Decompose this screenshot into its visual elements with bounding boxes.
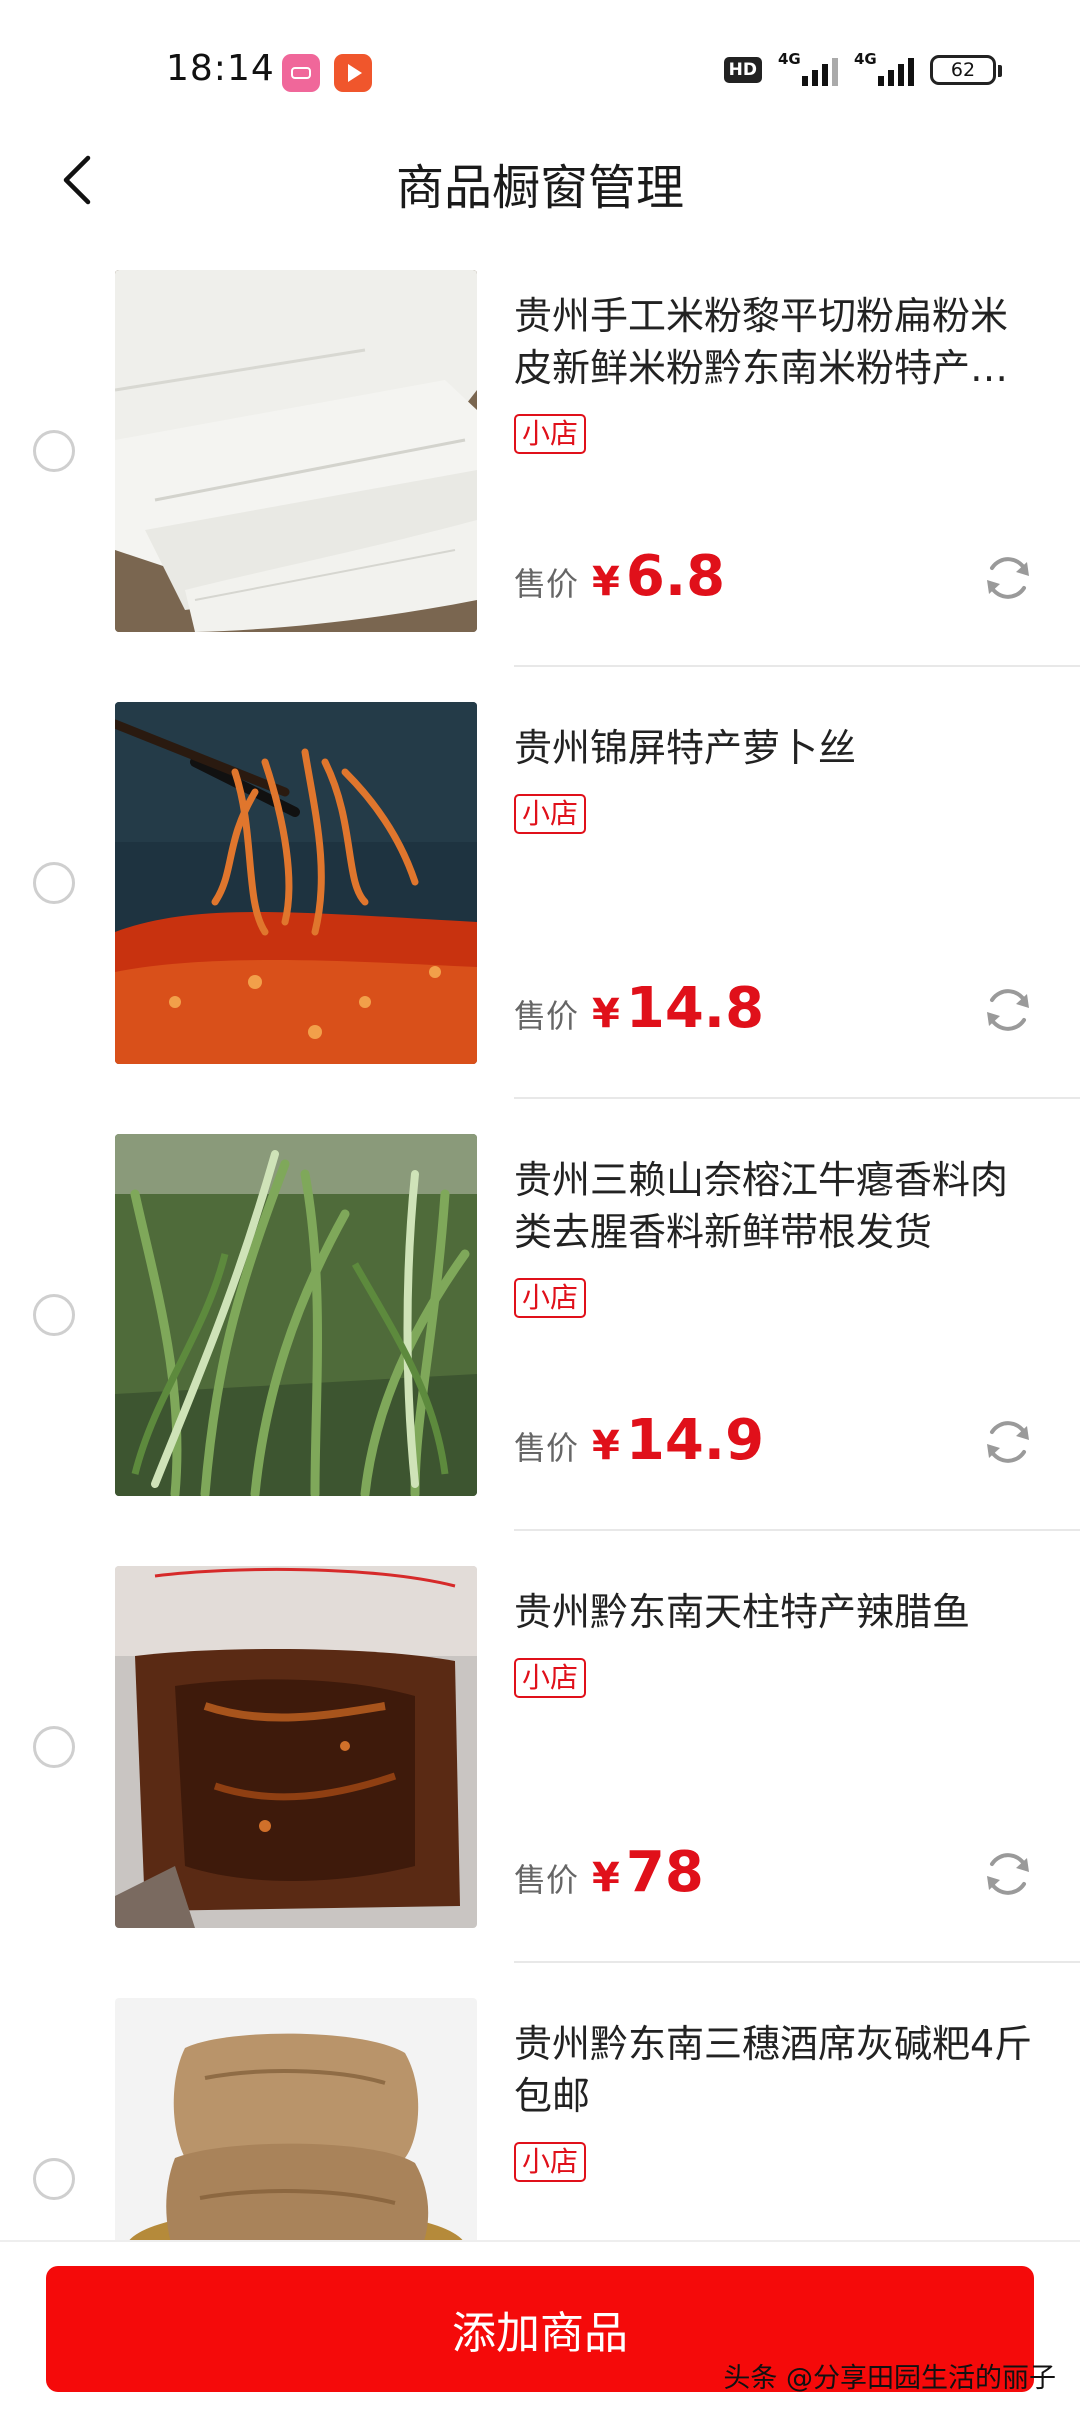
shop-tag: 小店 — [514, 1278, 587, 1318]
select-radio[interactable] — [33, 2158, 75, 2200]
price-label: 售价 — [514, 1429, 579, 1467]
refresh-icon[interactable] — [980, 1846, 1036, 1902]
product-image-rice-noodles[interactable] — [115, 270, 477, 632]
bilibili-icon — [282, 54, 320, 92]
status-icons: HD 4G 4G 62 — [723, 50, 1002, 86]
refresh-icon[interactable] — [980, 550, 1036, 606]
product-title[interactable]: 贵州黔东南三穗酒席灰碱粑4斤包邮 — [514, 2018, 1044, 2122]
status-bar: 18:14 HD 4G 4G 62 — [0, 0, 1080, 140]
shop-tag: 小店 — [514, 1658, 587, 1698]
product-item[interactable]: 贵州锦屏特产萝卜丝 小店 售价 ¥ 14.8 — [0, 700, 1080, 1132]
product-image-herb-plants[interactable] — [115, 1134, 477, 1496]
product-title[interactable]: 贵州三赖山奈榕江牛瘪香料肉类去腥香料新鲜带根发货 — [514, 1154, 1044, 1258]
price-label: 售价 — [514, 1861, 579, 1899]
nav-bar: 商品橱窗管理 — [0, 130, 1080, 240]
divider — [514, 1961, 1080, 1963]
price-row: 售价 ¥ 14.8 — [514, 976, 764, 1046]
select-radio[interactable] — [33, 862, 75, 904]
price-value: 14.8 — [625, 976, 765, 1041]
battery-icon: 62 — [930, 55, 1002, 85]
signal-icon-1: 4G — [778, 50, 838, 86]
price-value: 14.9 — [625, 1408, 765, 1473]
product-image-cured-fish[interactable] — [115, 1566, 477, 1928]
shop-tag: 小店 — [514, 794, 587, 834]
select-radio[interactable] — [33, 1726, 75, 1768]
product-list: 贵州手工米粉黎平切粉扁粉米皮新鲜米粉黔东南米粉特产… 小店 售价 ¥ 6.8 贵… — [0, 268, 1080, 2428]
product-title[interactable]: 贵州锦屏特产萝卜丝 — [514, 722, 1044, 774]
price-value: 78 — [625, 1840, 704, 1905]
select-radio[interactable] — [33, 430, 75, 472]
product-title[interactable]: 贵州手工米粉黎平切粉扁粉米皮新鲜米粉黔东南米粉特产… — [514, 290, 1044, 394]
divider — [514, 1529, 1080, 1531]
divider — [514, 665, 1080, 667]
price-row: 售价 ¥ 78 — [514, 1840, 704, 1910]
shop-tag: 小店 — [514, 2142, 587, 2182]
currency-symbol: ¥ — [592, 1855, 620, 1901]
price-value: 6.8 — [625, 544, 726, 609]
refresh-icon[interactable] — [980, 982, 1036, 1038]
watermark: 头条 @分享田园生活的丽子 — [723, 2363, 1056, 2394]
status-time: 18:14 — [166, 48, 275, 89]
divider — [514, 1097, 1080, 1099]
product-item[interactable]: 贵州手工米粉黎平切粉扁粉米皮新鲜米粉黔东南米粉特产… 小店 售价 ¥ 6.8 — [0, 268, 1080, 700]
product-image-spicy-radish[interactable] — [115, 702, 477, 1064]
select-radio[interactable] — [33, 1294, 75, 1336]
product-title[interactable]: 贵州黔东南天柱特产辣腊鱼 — [514, 1586, 1044, 1638]
bottom-bar: 添加商品 头条 @分享田园生活的丽子 — [0, 2240, 1080, 2414]
hd-voice-icon: HD — [723, 57, 762, 83]
currency-symbol: ¥ — [592, 991, 620, 1037]
page-title: 商品橱窗管理 — [395, 160, 684, 216]
product-item[interactable]: 贵州三赖山奈榕江牛瘪香料肉类去腥香料新鲜带根发货 小店 售价 ¥ 14.9 — [0, 1132, 1080, 1564]
price-row: 售价 ¥ 6.8 — [514, 544, 725, 614]
video-app-icon — [334, 54, 372, 92]
product-item[interactable]: 贵州黔东南天柱特产辣腊鱼 小店 售价 ¥ 78 — [0, 1564, 1080, 1996]
price-label: 售价 — [514, 997, 579, 1035]
refresh-icon[interactable] — [980, 1414, 1036, 1470]
signal-icon-2: 4G — [854, 50, 914, 86]
shop-tag: 小店 — [514, 414, 587, 454]
currency-symbol: ¥ — [592, 559, 620, 605]
price-label: 售价 — [514, 565, 579, 603]
currency-symbol: ¥ — [592, 1423, 620, 1469]
price-row: 售价 ¥ 14.9 — [514, 1408, 764, 1478]
